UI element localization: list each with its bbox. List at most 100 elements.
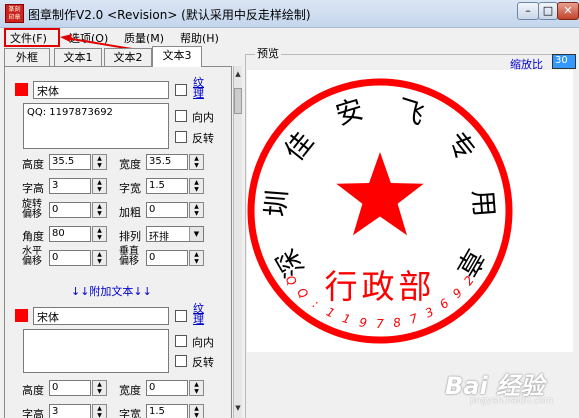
seal-ring-char: 飞: [393, 94, 428, 132]
spin-down-icon[interactable]: ▼: [93, 388, 106, 395]
annotation-highlight-box: [4, 28, 60, 47]
spin-up-icon[interactable]: ▲: [93, 251, 106, 258]
spin-up-icon[interactable]: ▲: [93, 155, 106, 162]
grain-label-1[interactable]: 纹理: [193, 77, 207, 99]
inward-checkbox-1[interactable]: [175, 110, 187, 122]
spin-up-icon[interactable]: ▲: [93, 203, 106, 210]
width-value-2[interactable]: 0: [146, 380, 188, 396]
width-spin-1[interactable]: 35.5 ▲ ▼: [146, 154, 204, 170]
zoom-input[interactable]: 30: [552, 54, 576, 69]
height-value-2[interactable]: 0: [49, 380, 91, 396]
char-width-spin-1[interactable]: 1.5 ▲ ▼: [146, 178, 204, 194]
spin-up-icon[interactable]: ▲: [190, 405, 203, 412]
seal-bottom-char: Q: [294, 285, 310, 302]
seal-bottom-char: :: [310, 297, 321, 311]
grain-label-2[interactable]: 纹理: [193, 303, 207, 325]
reverse-checkbox-2[interactable]: [175, 355, 187, 367]
font-field-2[interactable]: 宋体: [33, 307, 169, 325]
width-spin-2[interactable]: 0 ▲ ▼: [146, 380, 204, 396]
reverse-label-2: 反转: [192, 356, 214, 369]
spin-down-icon[interactable]: ▼: [93, 258, 106, 265]
spin-down-icon[interactable]: ▼: [190, 210, 203, 217]
spin-up-icon[interactable]: ▲: [190, 179, 203, 186]
v-offset-spin-1[interactable]: 0 ▲ ▼: [146, 250, 204, 266]
scroll-up-icon[interactable]: ▲: [234, 68, 242, 80]
width-value-1[interactable]: 35.5: [146, 154, 188, 170]
rotation-offset-spin-1[interactable]: 0 ▲ ▼: [49, 202, 107, 218]
tab-text3[interactable]: 文本3: [152, 46, 202, 67]
app-icon: 篆刻印章: [5, 4, 24, 23]
arrange-select-1[interactable]: 环排 ▼: [146, 226, 204, 243]
h-offset-spin-1[interactable]: 0 ▲ ▼: [49, 250, 107, 266]
font-field-1[interactable]: 宋体: [33, 81, 169, 99]
title-bar: 篆刻印章 图章制作V2.0 <Revision> (默认采用中反走样绘制) – …: [0, 0, 579, 28]
char-width-label-1: 字宽: [119, 182, 141, 195]
seal-bottom-char: 7: [376, 317, 384, 331]
seal-bottom-char: 1: [324, 305, 337, 321]
spin-down-icon[interactable]: ▼: [93, 412, 106, 418]
height-label-2: 高度: [22, 384, 44, 397]
seal-bottom-char: 9: [450, 285, 465, 300]
height-spin-2[interactable]: 0 ▲ ▼: [49, 380, 107, 396]
spin-down-icon[interactable]: ▼: [190, 388, 203, 395]
grain-checkbox-2[interactable]: [175, 310, 187, 322]
maximize-button[interactable]: □: [538, 2, 558, 20]
angle-value-1[interactable]: 80: [49, 226, 91, 242]
spin-down-icon[interactable]: ▼: [93, 210, 106, 217]
h-offset-label-1: 水平偏移: [22, 246, 42, 267]
color-swatch-2[interactable]: [15, 309, 28, 322]
reverse-checkbox-1[interactable]: [175, 131, 187, 143]
spin-down-icon[interactable]: ▼: [190, 186, 203, 193]
scroll-thumb[interactable]: [234, 88, 242, 114]
tab-frame[interactable]: 外框: [4, 48, 50, 67]
height-spin-1[interactable]: 35.5 ▲ ▼: [49, 154, 107, 170]
rotation-offset-value-1[interactable]: 0: [49, 202, 91, 218]
spin-down-icon[interactable]: ▼: [93, 234, 106, 241]
bold-value-1[interactable]: 0: [146, 202, 188, 218]
char-height-spin-2[interactable]: 3 ▲ ▼: [49, 404, 107, 418]
text-content-2[interactable]: [23, 329, 169, 373]
height-value-1[interactable]: 35.5: [49, 154, 91, 170]
spin-down-icon[interactable]: ▼: [93, 162, 106, 169]
spin-up-icon[interactable]: ▲: [93, 227, 106, 234]
tab-text2[interactable]: 文本2: [104, 48, 152, 67]
inward-checkbox-2[interactable]: [175, 335, 187, 347]
add-text-button[interactable]: ↓↓附加文本↓↓: [71, 283, 152, 299]
char-width-value-2[interactable]: 1.5: [146, 404, 188, 418]
spin-down-icon[interactable]: ▼: [190, 258, 203, 265]
angle-spin-1[interactable]: 80 ▲ ▼: [49, 226, 107, 242]
bold-spin-1[interactable]: 0 ▲ ▼: [146, 202, 204, 218]
minimize-button[interactable]: –: [517, 2, 539, 20]
menu-help[interactable]: 帮助(H): [180, 30, 219, 46]
tab-text1[interactable]: 文本1: [54, 48, 102, 67]
preview-canvas[interactable]: 行政部 深圳佳安飞专用章 QQ:1197873692: [247, 70, 573, 352]
spin-up-icon[interactable]: ▲: [190, 251, 203, 258]
spin-down-icon[interactable]: ▼: [190, 412, 203, 418]
spin-up-icon[interactable]: ▲: [190, 155, 203, 162]
panel-scrollbar[interactable]: ▲ ▼: [233, 66, 242, 418]
dropdown-arrow-icon[interactable]: ▼: [189, 227, 203, 241]
scroll-down-icon[interactable]: ▼: [234, 402, 242, 414]
rotation-offset-label-1: 旋转偏移: [22, 199, 42, 220]
spin-up-icon[interactable]: ▲: [190, 381, 203, 388]
color-swatch-1[interactable]: [15, 83, 28, 96]
spin-down-icon[interactable]: ▼: [190, 162, 203, 169]
char-height-spin-1[interactable]: 3 ▲ ▼: [49, 178, 107, 194]
spin-down-icon[interactable]: ▼: [93, 186, 106, 193]
spin-up-icon[interactable]: ▲: [93, 381, 106, 388]
seal-bottom-char: 7: [408, 311, 420, 327]
spin-up-icon[interactable]: ▲: [93, 179, 106, 186]
char-height-value-2[interactable]: 3: [49, 404, 91, 418]
spin-up-icon[interactable]: ▲: [93, 405, 106, 412]
seal-image: 行政部 深圳佳安 飞专用章 QQ:1 1 9 7 8 7 3692: [247, 78, 513, 344]
grain-checkbox-1[interactable]: [175, 84, 187, 96]
v-offset-value-1[interactable]: 0: [146, 250, 188, 266]
inward-label-1: 向内: [192, 111, 214, 124]
close-button[interactable]: ✕: [557, 2, 579, 20]
char-height-value-1[interactable]: 3: [49, 178, 91, 194]
char-width-value-1[interactable]: 1.5: [146, 178, 188, 194]
h-offset-value-1[interactable]: 0: [49, 250, 91, 266]
spin-up-icon[interactable]: ▲: [190, 203, 203, 210]
text-content-1[interactable]: QQ: 1197873692: [23, 103, 169, 149]
char-width-spin-2[interactable]: 1.5 ▲ ▼: [146, 404, 204, 418]
